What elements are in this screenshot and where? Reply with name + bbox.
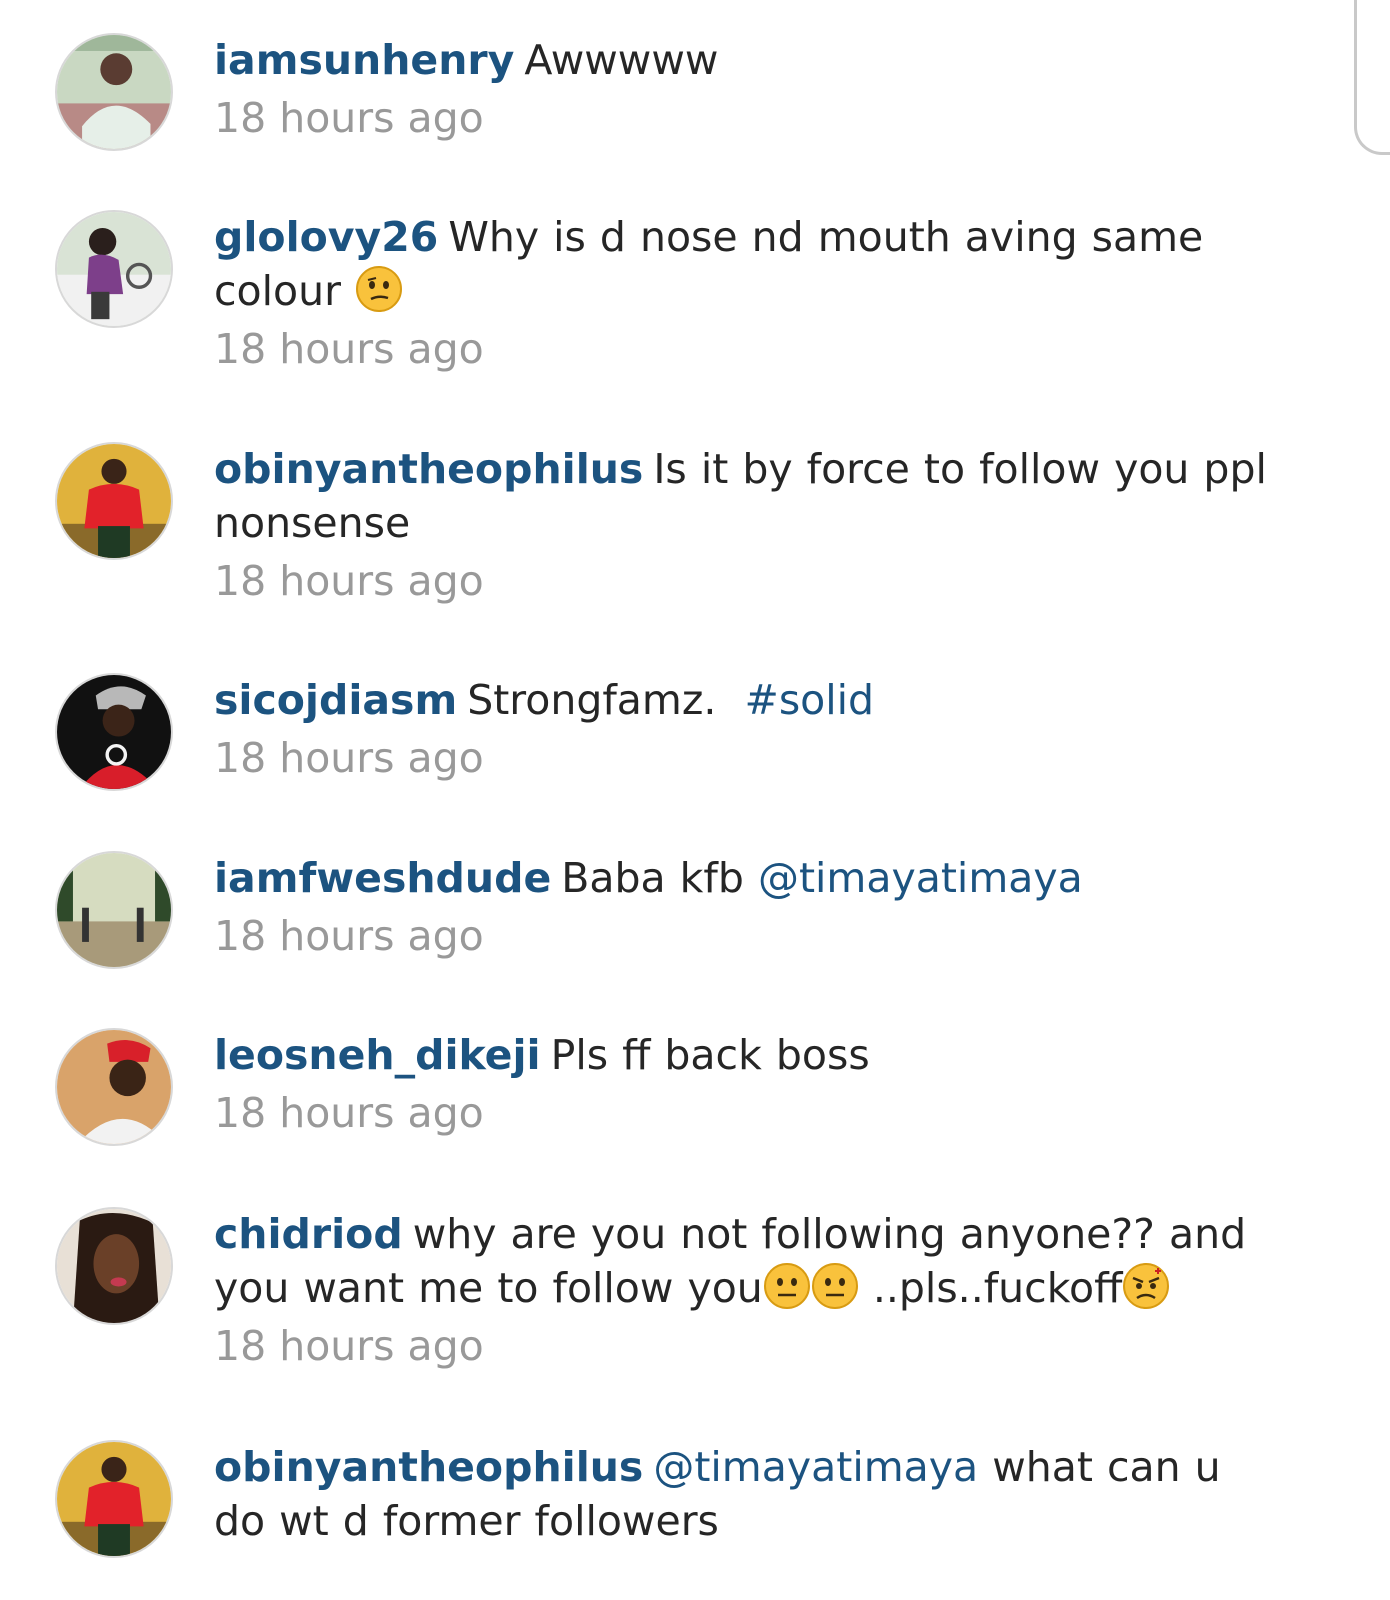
avatar-photo-icon: [57, 675, 171, 789]
neutral-face-emoji: [763, 1262, 811, 1310]
avatar-photo-icon: [57, 444, 171, 558]
avatar[interactable]: [55, 851, 173, 969]
comment-text: Awwwww: [524, 36, 719, 84]
comment-timestamp: 18 hours ago: [214, 912, 484, 960]
comment-username[interactable]: leosneh_dikeji: [214, 1031, 541, 1079]
neutral-face-emoji: [811, 1262, 859, 1310]
avatar-photo-icon: [57, 212, 171, 326]
comment-username[interactable]: obinyantheophilus: [214, 445, 643, 493]
comment-timestamp: 18 hours ago: [214, 1322, 484, 1370]
comment-mention[interactable]: @timayatimaya: [653, 1443, 978, 1491]
comment-username[interactable]: sicojdiasm: [214, 676, 457, 724]
avatar-photo-icon: [57, 1209, 171, 1323]
comment-timestamp: 18 hours ago: [214, 734, 484, 782]
avatar[interactable]: [55, 210, 173, 328]
comment-text: Strongfamz.: [467, 676, 717, 724]
comment-timestamp: 18 hours ago: [214, 325, 484, 373]
avatar[interactable]: [55, 1440, 173, 1558]
comment-text: ..pls..fuckoff: [872, 1264, 1123, 1312]
angry-face-emoji: [1122, 1262, 1170, 1310]
avatar[interactable]: [55, 33, 173, 151]
comment-username[interactable]: iamfweshdude: [214, 854, 551, 902]
comment-username[interactable]: obinyantheophilus: [214, 1443, 643, 1491]
comment-username[interactable]: chidriod: [214, 1210, 403, 1258]
comment-text: Pls ff back boss: [550, 1031, 870, 1079]
avatar[interactable]: [55, 442, 173, 560]
avatar[interactable]: [55, 673, 173, 791]
comment-timestamp: 18 hours ago: [214, 557, 484, 605]
confused-face-emoji: [355, 265, 403, 313]
comment-username[interactable]: glolovy26: [214, 213, 438, 261]
scroll-edge: [1354, 0, 1390, 155]
avatar-photo-icon: [57, 853, 171, 967]
avatar-photo-icon: [57, 1030, 171, 1144]
avatar-photo-icon: [57, 35, 171, 149]
comment-timestamp: 18 hours ago: [214, 94, 484, 142]
comment-mention[interactable]: @timayatimaya: [758, 854, 1083, 902]
avatar-photo-icon: [57, 1442, 171, 1556]
comment-username[interactable]: iamsunhenry: [214, 36, 514, 84]
avatar[interactable]: [55, 1028, 173, 1146]
comment-timestamp: 18 hours ago: [214, 1089, 484, 1137]
avatar[interactable]: [55, 1207, 173, 1325]
comment-hashtag[interactable]: #solid: [744, 676, 874, 724]
comment-text: Baba kfb: [561, 854, 744, 902]
